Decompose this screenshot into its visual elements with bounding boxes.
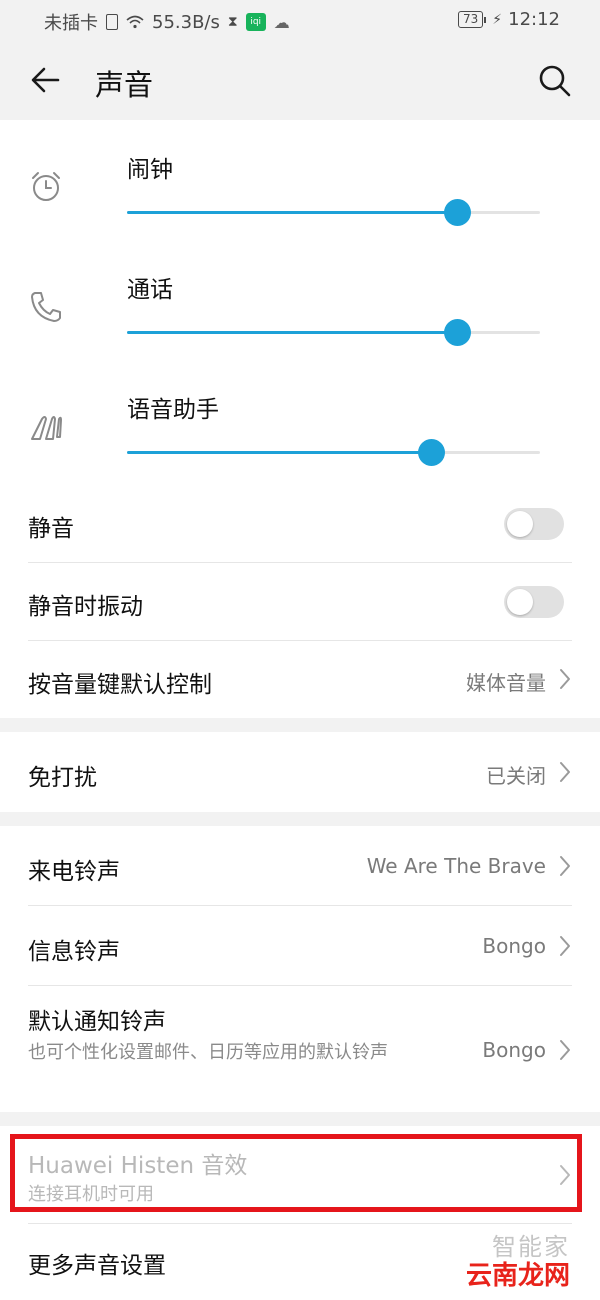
notification-ringtone-label: 默认通知铃声 — [28, 1009, 166, 1035]
cloud-icon: ☁ — [273, 12, 290, 32]
phone-icon — [31, 292, 61, 322]
notification-ringtone-sub: 也可个性化设置邮件、日历等应用的默认铃声 — [28, 1042, 388, 1063]
toggle-knob — [507, 511, 533, 537]
message-ringtone-row[interactable]: 信息铃声 Bongo — [0, 906, 600, 986]
volume-slider-track[interactable] — [127, 319, 540, 346]
volume-key-row[interactable]: 按音量键默认控制 媒体音量 — [0, 641, 600, 718]
charging-icon: ⚡ — [492, 11, 503, 28]
alarm-clock-icon — [32, 172, 60, 201]
incoming-ringtone-label: 来电铃声 — [28, 859, 120, 885]
chevron-right-icon — [560, 1040, 570, 1060]
volume-slider-thumb[interactable] — [444, 199, 472, 226]
vibrate-toggle[interactable] — [504, 586, 564, 618]
volume-label: 闹钟 — [127, 157, 173, 183]
message-ringtone-label: 信息铃声 — [28, 939, 120, 965]
incoming-ringtone-row[interactable]: 来电铃声 We Are The Brave — [0, 826, 600, 906]
dnd-row[interactable]: 免打扰 已关闭 — [0, 732, 600, 812]
status-bar: 未插卡 55.3B/s ⧗ iqi ☁ 73 ⚡ 12:12 — [0, 0, 600, 40]
status-right: 73 ⚡ 12:12 — [458, 9, 560, 30]
volume-slider-thumb[interactable] — [444, 319, 472, 346]
watermark-bottom: 云南龙网 — [465, 1261, 570, 1291]
search-icon[interactable] — [536, 62, 572, 98]
volume-slider-fill — [127, 451, 431, 454]
message-ringtone-value: Bongo — [482, 934, 546, 958]
toggle-knob — [507, 589, 533, 615]
volume-slider-track[interactable] — [127, 439, 540, 466]
clock: 12:12 — [508, 9, 560, 30]
battery-icon: 73 — [458, 11, 487, 28]
mute-label: 静音 — [28, 516, 74, 542]
ringtone-card: 来电铃声 We Are The Brave 信息铃声 Bongo 默认通知铃声 … — [0, 826, 600, 1112]
volume-slider-fill — [127, 331, 458, 334]
volume-slider-track[interactable] — [127, 199, 540, 226]
chevron-right-icon — [560, 856, 570, 876]
volume-call: 通话 — [0, 260, 600, 380]
dnd-value: 已关闭 — [486, 764, 546, 788]
volume-alarm: 闹钟 — [0, 140, 600, 260]
status-left: 未插卡 55.3B/s ⧗ iqi ☁ — [44, 9, 290, 35]
notification-ringtone-value: Bongo — [482, 1038, 546, 1062]
dnd-label: 免打扰 — [28, 765, 97, 791]
watermark: 智能家 云南龙网 — [420, 1227, 570, 1291]
chevron-right-icon — [560, 669, 570, 689]
volume-label: 通话 — [127, 277, 173, 303]
hourglass-icon: ⧗ — [227, 14, 238, 30]
wifi-icon — [126, 15, 144, 29]
sim-card-icon — [106, 14, 118, 30]
back-arrow-icon[interactable] — [28, 62, 64, 98]
mute-toggle[interactable] — [504, 508, 564, 540]
chevron-right-icon — [560, 936, 570, 956]
highlight-annotation — [10, 1134, 582, 1212]
app-bar: 声音 — [0, 40, 600, 120]
more-sound-settings-label: 更多声音设置 — [28, 1253, 166, 1279]
battery-level: 73 — [458, 11, 484, 28]
iqiyi-app-icon: iqi — [245, 13, 266, 31]
volume-card: 闹钟 通话 语音助手 静音 静音时振动 按音量键默认控制 媒体音量 — [0, 120, 600, 718]
vibrate-label: 静音时振动 — [28, 594, 143, 620]
volume-key-label: 按音量键默认控制 — [28, 672, 212, 698]
network-speed: 55.3B/s — [152, 11, 220, 33]
volume-slider-fill — [127, 211, 458, 214]
volume-slider-thumb[interactable] — [417, 439, 445, 466]
volume-key-value: 媒体音量 — [466, 671, 546, 695]
carrier-text: 未插卡 — [44, 13, 98, 34]
notification-ringtone-row[interactable]: 默认通知铃声 也可个性化设置邮件、日历等应用的默认铃声 Bongo — [0, 986, 600, 1112]
volume-assistant: 语音助手 — [0, 380, 600, 500]
incoming-ringtone-value: We Are The Brave — [366, 854, 546, 878]
vibrate-when-muted-row[interactable]: 静音时振动 — [0, 563, 600, 641]
page-title: 声音 — [95, 68, 154, 102]
voice-assistant-icon — [31, 416, 62, 440]
dnd-card: 免打扰 已关闭 — [0, 732, 600, 812]
chevron-right-icon — [560, 762, 570, 782]
mute-row[interactable]: 静音 — [0, 485, 600, 563]
volume-label: 语音助手 — [127, 397, 219, 423]
